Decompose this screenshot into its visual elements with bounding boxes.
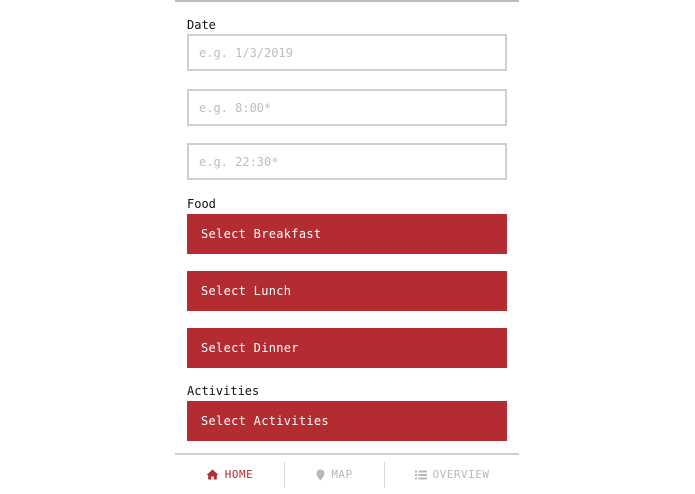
activities-section-label: Activities [187,384,260,398]
nav-map-label: MAP [331,468,353,481]
select-lunch-button[interactable]: Select Lunch [187,271,507,311]
date-section-label: Date [187,18,216,32]
nav-map[interactable]: MAP [285,455,384,494]
bottom-nav: HOME MAP OVERVIEW [175,453,519,494]
form-panel: Date Food Select Breakfast Select Lunch … [175,0,519,494]
top-divider [175,0,519,2]
select-dinner-button[interactable]: Select Dinner [187,328,507,368]
select-breakfast-button[interactable]: Select Breakfast [187,214,507,254]
home-icon [206,469,219,480]
nav-home[interactable]: HOME [175,455,284,494]
nav-overview-label: OVERVIEW [432,468,490,481]
date-input[interactable] [187,34,507,71]
select-activities-button[interactable]: Select Activities [187,401,507,441]
start-time-input[interactable] [187,89,507,126]
food-section-label: Food [187,197,216,211]
list-icon [414,470,427,480]
end-time-input[interactable] [187,143,507,180]
nav-overview[interactable]: OVERVIEW [385,455,519,494]
nav-home-label: HOME [224,468,254,481]
map-pin-icon [316,469,325,481]
